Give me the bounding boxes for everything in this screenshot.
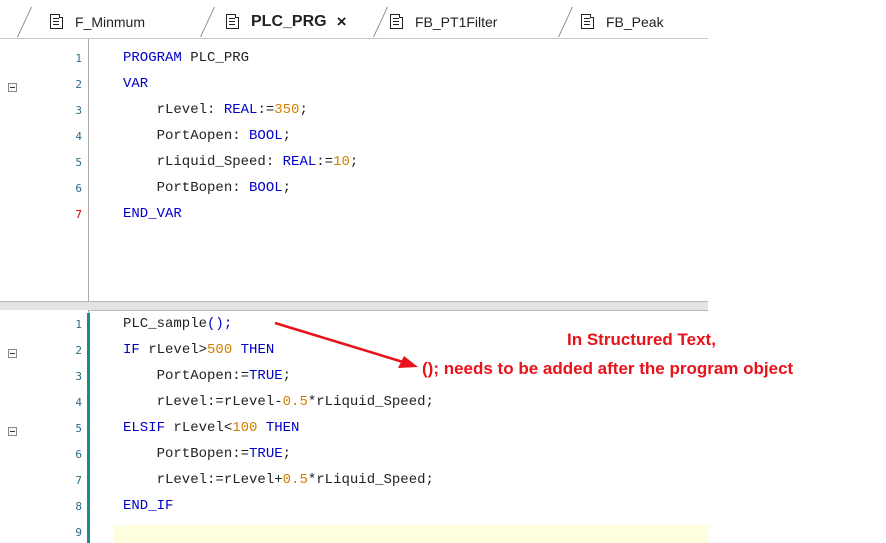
annotation-body: (); needs to be added after the program … [422, 359, 794, 378]
annotation-arrow [274, 321, 418, 368]
annotation-title: In Structured Text, [567, 330, 716, 349]
